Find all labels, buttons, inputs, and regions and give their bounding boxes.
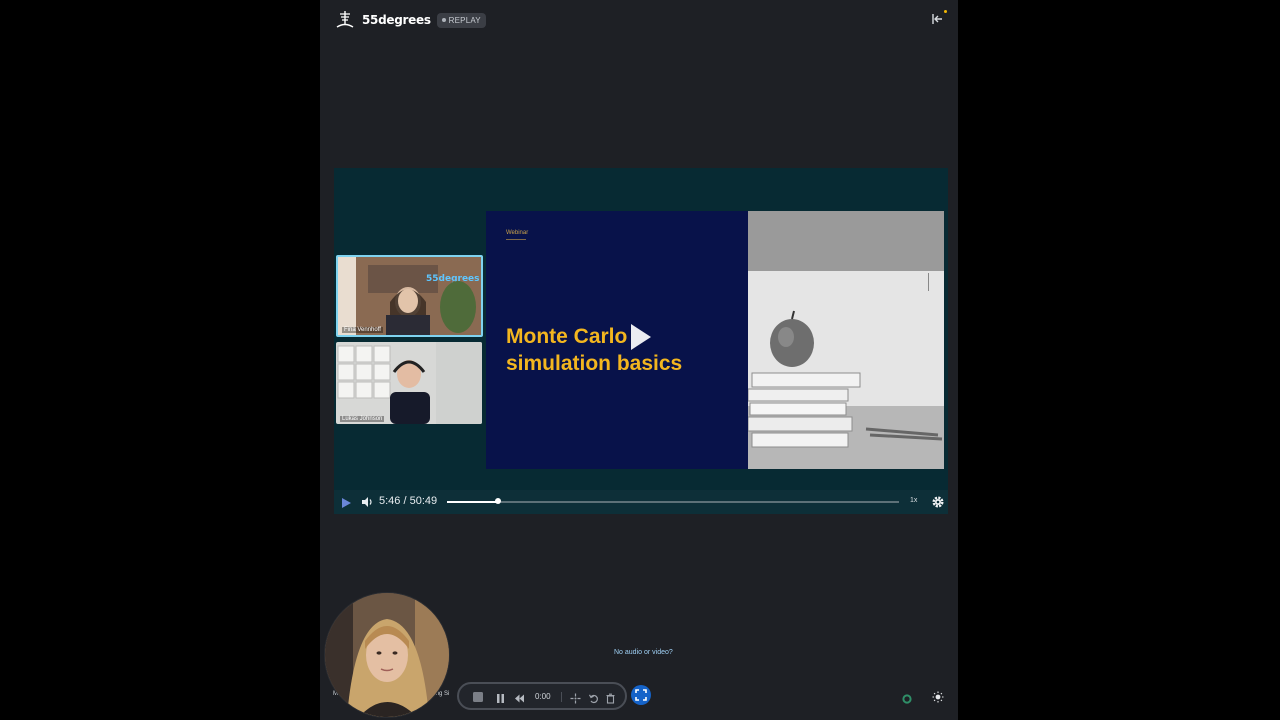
webcam-video-image xyxy=(325,593,449,717)
pause-button[interactable] xyxy=(495,691,506,703)
status-indicator-button[interactable] xyxy=(902,691,912,704)
restart-button[interactable] xyxy=(588,691,599,704)
slide-text-panel: Webinar Monte Carlo simulation basics xyxy=(486,211,748,469)
undo-icon xyxy=(588,694,598,704)
trash-icon xyxy=(606,693,615,704)
play-button[interactable] xyxy=(340,496,352,508)
slide-tag: Webinar xyxy=(506,230,529,236)
tree-logo-icon xyxy=(334,9,356,31)
crosshair-icon xyxy=(570,693,581,704)
play-icon xyxy=(631,324,651,350)
seek-bar-progress xyxy=(447,501,499,503)
recorder-divider xyxy=(561,692,562,702)
duration: 50:49 xyxy=(409,495,438,507)
no-audio-video-link[interactable]: No audio or video? xyxy=(614,649,673,656)
stop-icon xyxy=(473,692,483,702)
stop-button[interactable] xyxy=(472,690,484,702)
play-icon xyxy=(342,498,351,508)
expand-icon xyxy=(635,689,647,701)
participant-video-image xyxy=(336,342,482,424)
participant-name: Lukas Johnson xyxy=(340,416,385,422)
rewind-icon xyxy=(515,694,524,703)
participant-name: Fina Vennhoff xyxy=(342,327,383,333)
apple-books-photo-image xyxy=(748,211,944,469)
player-controls: 5:46 / 50:49 1x xyxy=(334,490,948,514)
seek-bar[interactable] xyxy=(447,498,899,504)
header: 55degrees REPLAY xyxy=(320,0,958,40)
slide-photo xyxy=(748,211,944,469)
time-readout: 5:46 / 50:49 xyxy=(379,495,437,507)
participant-tile: Lukas Johnson xyxy=(336,342,482,424)
recorder-time: 0:00 xyxy=(535,692,551,701)
slide-tag-underline xyxy=(506,239,526,240)
recorder-toolbar: 0:00 xyxy=(457,682,627,710)
badge-dot-icon xyxy=(441,18,446,22)
seek-handle[interactable] xyxy=(495,498,502,504)
pause-icon xyxy=(497,694,504,703)
settings-button[interactable] xyxy=(931,495,945,509)
presentation-slide: Webinar Monte Carlo simulation basics xyxy=(486,211,944,469)
webcam-bubble[interactable] xyxy=(324,592,450,718)
sun-icon xyxy=(932,691,944,703)
volume-icon xyxy=(362,497,372,507)
playback-speed-button[interactable]: 1x xyxy=(910,497,917,504)
replay-badge: REPLAY xyxy=(436,12,486,28)
crosshair-button[interactable] xyxy=(570,691,581,704)
participant-video-image: 55degrees xyxy=(338,257,481,335)
volume-button[interactable] xyxy=(360,495,374,509)
exit-button[interactable] xyxy=(930,12,944,26)
exit-arrow-icon xyxy=(932,14,942,24)
brand-logo[interactable]: 55degrees REPLAY xyxy=(334,9,486,31)
time-separator: / xyxy=(403,495,407,507)
rewind-button[interactable] xyxy=(514,691,525,703)
notification-dot xyxy=(944,10,947,13)
status-ring-icon xyxy=(902,694,912,704)
theme-toggle-button[interactable] xyxy=(932,690,944,703)
brand-name: 55degrees xyxy=(362,13,431,27)
participant-tile: 55degrees Fina Vennhoff xyxy=(336,255,483,337)
gear-icon xyxy=(932,496,944,508)
current-time: 5:46 xyxy=(379,495,401,507)
video-player[interactable]: 55degrees Fina Vennhoff Lukas Johnson We… xyxy=(334,168,948,514)
replay-badge-label: REPLAY xyxy=(448,15,481,25)
play-overlay-button[interactable] xyxy=(618,315,662,359)
delete-button[interactable] xyxy=(605,691,616,704)
fullscreen-button[interactable] xyxy=(631,685,651,705)
app-window: 55degrees REPLAY 55degrees Fina Vennhoff… xyxy=(320,0,958,720)
